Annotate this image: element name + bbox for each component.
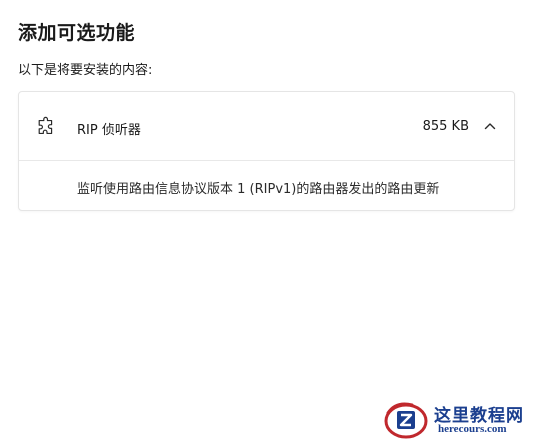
add-optional-features-page: 添加可选功能 以下是将要安装的内容: RIP 侦听器 855 KB 监听使用路由… [0, 0, 538, 445]
watermark-logo-icon [384, 402, 428, 439]
watermark: 这里教程网 herecours.com [382, 399, 532, 441]
feature-name: RIP 侦听器 [77, 123, 141, 138]
chevron-up-icon[interactable] [483, 119, 497, 133]
feature-card-header[interactable]: RIP 侦听器 855 KB [19, 92, 514, 161]
puzzle-piece-icon [38, 116, 53, 135]
feature-card: RIP 侦听器 855 KB 监听使用路由信息协议版本 1 (RIPv1)的路由… [18, 91, 515, 211]
feature-description: 监听使用路由信息协议版本 1 (RIPv1)的路由器发出的路由更新 [77, 182, 440, 197]
feature-size: 855 KB [422, 119, 469, 134]
page-subtitle: 以下是将要安装的内容: [18, 63, 153, 78]
watermark-text-en: herecours.com [438, 423, 507, 435]
page-title: 添加可选功能 [18, 22, 136, 44]
